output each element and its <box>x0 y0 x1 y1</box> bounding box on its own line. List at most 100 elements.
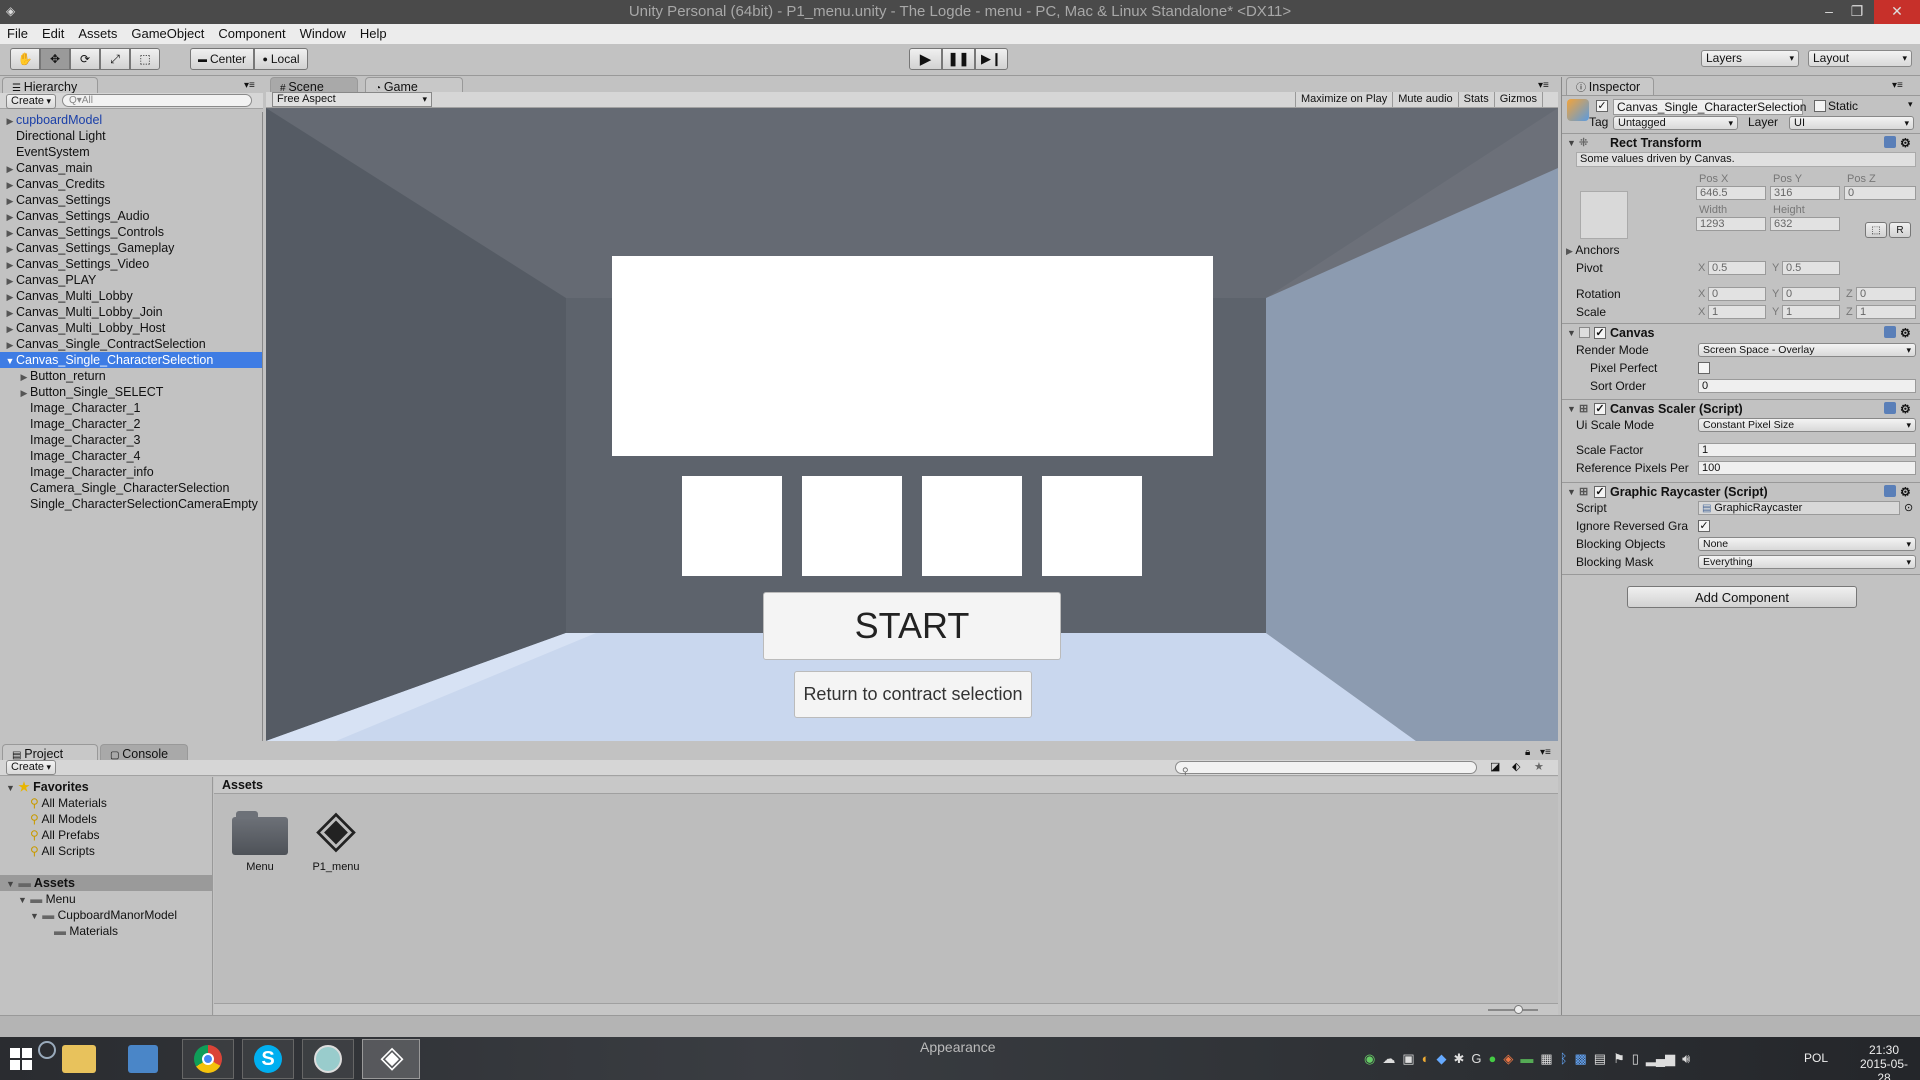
fold-arrow-icon[interactable]: ▶ <box>4 289 16 305</box>
menu-assets[interactable]: Assets <box>71 24 124 44</box>
maximize-on-play-toggle[interactable]: Maximize on Play <box>1295 92 1392 107</box>
raycaster-enabled-checkbox[interactable]: ✓ <box>1594 486 1606 498</box>
aspect-dropdown[interactable]: Free Aspect <box>272 92 432 107</box>
hierarchy-item[interactable]: Image_Character_3 <box>0 432 262 448</box>
project-create-dropdown[interactable]: Create <box>6 760 56 775</box>
layer-dropdown[interactable]: UI <box>1789 116 1914 130</box>
pivot-center-button[interactable]: ▬ Center <box>190 48 254 70</box>
favorite-star-icon[interactable]: ★ <box>1534 760 1544 773</box>
scale-x-field[interactable]: 1 <box>1708 305 1766 319</box>
menu-file[interactable]: File <box>0 24 35 44</box>
unity-scene-icon[interactable]: ◈ <box>308 801 364 857</box>
hand-tool-icon[interactable]: ✋ <box>10 48 40 70</box>
canvas-enabled-checkbox[interactable]: ✓ <box>1594 327 1606 339</box>
tray-icon[interactable]: ▬ <box>1520 1051 1533 1067</box>
flag-icon[interactable]: ⚑ <box>1613 1051 1625 1067</box>
character-2-image[interactable] <box>802 476 902 576</box>
fold-arrow-icon[interactable]: ▶ <box>4 241 16 257</box>
hierarchy-item[interactable]: ▶ Canvas_Settings <box>0 192 262 208</box>
hierarchy-item[interactable]: ▶ Button_return <box>0 368 262 384</box>
skype-taskbar-button[interactable]: S <box>242 1039 294 1079</box>
hierarchy-item[interactable]: ▶ Canvas_PLAY <box>0 272 262 288</box>
fold-arrow-icon[interactable]: ▶ <box>18 385 30 401</box>
ignore-reversed-checkbox[interactable]: ✓ <box>1698 520 1710 532</box>
blueprint-mode-button[interactable]: ⬚ <box>1865 222 1887 238</box>
volume-icon[interactable]: 🔊︎ <box>1682 1051 1690 1067</box>
help-icon[interactable] <box>1884 136 1896 148</box>
menu-help[interactable]: Help <box>353 24 394 44</box>
filter-type-icon[interactable]: ◪ <box>1490 760 1500 773</box>
pause-icon[interactable]: ❚❚ <box>942 48 975 70</box>
gear-icon[interactable]: ⚙ <box>1900 400 1911 418</box>
ui-scale-mode-dropdown[interactable]: Constant Pixel Size <box>1698 418 1916 432</box>
fold-arrow-icon[interactable]: ▶ <box>4 257 16 273</box>
tree-cupboardmanormodel[interactable]: ▼ ▬ CupboardManorModel <box>30 908 177 923</box>
scaler-enabled-checkbox[interactable]: ✓ <box>1594 403 1606 415</box>
fold-arrow-icon[interactable]: ▶ <box>4 177 16 193</box>
size-slider-track[interactable] <box>1488 1009 1538 1011</box>
hierarchy-search-input[interactable]: Q▾All <box>62 94 252 107</box>
size-slider-handle[interactable] <box>1514 1005 1523 1014</box>
hierarchy-item[interactable]: ▶ Canvas_Multi_Lobby_Host <box>0 320 262 336</box>
fold-arrow-icon[interactable]: ▶ <box>4 193 16 209</box>
height-field[interactable]: 632 <box>1770 217 1840 231</box>
scale-z-field[interactable]: 1 <box>1856 305 1916 319</box>
hierarchy-item[interactable]: ▼ Canvas_Single_CharacterSelection <box>0 352 262 368</box>
control-panel-icon[interactable] <box>128 1045 158 1073</box>
fold-arrow-icon[interactable]: ▼ <box>4 353 16 369</box>
app-taskbar-button[interactable] <box>302 1039 354 1079</box>
tree-materials[interactable]: ▬ Materials <box>54 924 118 939</box>
favorites-foldout[interactable]: ▼ ★ Favorites <box>6 780 89 795</box>
pixel-perfect-checkbox[interactable] <box>1698 362 1710 374</box>
tag-dropdown[interactable]: Untagged <box>1613 116 1738 130</box>
static-checkbox[interactable] <box>1814 100 1826 112</box>
hierarchy-item[interactable]: ▶ cupboardModel <box>0 112 262 128</box>
script-field[interactable]: ▤ GraphicRaycaster <box>1698 501 1900 515</box>
stats-toggle[interactable]: Stats <box>1457 92 1494 107</box>
hierarchy-item[interactable]: Image_Character_4 <box>0 448 262 464</box>
fold-arrow-icon[interactable]: ▶ <box>4 161 16 177</box>
gear-icon[interactable]: ⚙ <box>1900 324 1911 342</box>
hierarchy-item[interactable]: ▶ Button_Single_SELECT <box>0 384 262 400</box>
rotation-y-field[interactable]: 0 <box>1782 287 1840 301</box>
hierarchy-item[interactable]: Camera_Single_CharacterSelection <box>0 480 262 496</box>
width-field[interactable]: 1293 <box>1696 217 1766 231</box>
panel-menu-icon[interactable]: ▾≡ <box>1540 747 1551 758</box>
hierarchy-item[interactable]: ▶ Canvas_Settings_Video <box>0 256 262 272</box>
fold-arrow-icon[interactable]: ▶ <box>18 369 30 385</box>
menu-folder-item[interactable] <box>232 811 288 857</box>
tray-icon[interactable]: ▦ <box>1540 1051 1552 1067</box>
hierarchy-item[interactable]: Image_Character_info <box>0 464 262 480</box>
hierarchy-item[interactable]: ▶ Canvas_Settings_Audio <box>0 208 262 224</box>
tree-menu[interactable]: ▼ ▬ Menu <box>18 892 76 907</box>
favorite-item[interactable]: ⚲ All Scripts <box>30 844 107 860</box>
favorite-item[interactable]: ⚲ All Materials <box>30 796 107 812</box>
tray-icon[interactable]: ✱ <box>1454 1051 1465 1067</box>
posx-field[interactable]: 646.5 <box>1696 186 1766 200</box>
hierarchy-item[interactable]: ▶ Canvas_Settings_Gameplay <box>0 240 262 256</box>
help-icon[interactable] <box>1884 485 1896 497</box>
move-tool-icon[interactable]: ✥ <box>40 48 70 70</box>
gizmos-dropdown[interactable]: Gizmos <box>1493 92 1543 107</box>
pivot-y-field[interactable]: 0.5 <box>1782 261 1840 275</box>
layout-dropdown[interactable]: Layout <box>1808 50 1912 67</box>
fold-arrow-icon[interactable]: ▶ <box>4 321 16 337</box>
hierarchy-item[interactable]: ▶ Canvas_Credits <box>0 176 262 192</box>
static-dropdown-icon[interactable]: ▾ <box>1908 99 1913 110</box>
canvas-header[interactable]: ▼ ✓ Canvas ⚙ <box>1562 323 1920 341</box>
dropbox-icon[interactable]: ◆ <box>1437 1051 1447 1067</box>
panel-menu-icon[interactable]: ▾≡ <box>1538 80 1549 91</box>
tray-icon[interactable]: ▣ <box>1402 1051 1414 1067</box>
gear-icon[interactable]: ⚙ <box>1900 134 1911 152</box>
menu-component[interactable]: Component <box>211 24 292 44</box>
anchors-foldout[interactable]: ▶ Anchors <box>1566 243 1619 258</box>
hierarchy-create-dropdown[interactable]: Create <box>6 94 56 109</box>
unity-taskbar-button[interactable]: ◈ <box>362 1039 420 1079</box>
character-3-image[interactable] <box>922 476 1022 576</box>
rotate-tool-icon[interactable]: ⟳ <box>70 48 100 70</box>
hierarchy-item[interactable]: Directional Light <box>0 128 262 144</box>
language-indicator[interactable]: POL <box>1804 1051 1828 1065</box>
render-mode-dropdown[interactable]: Screen Space - Overlay <box>1698 343 1916 357</box>
hierarchy-item[interactable]: Image_Character_1 <box>0 400 262 416</box>
rotation-x-field[interactable]: 0 <box>1708 287 1766 301</box>
